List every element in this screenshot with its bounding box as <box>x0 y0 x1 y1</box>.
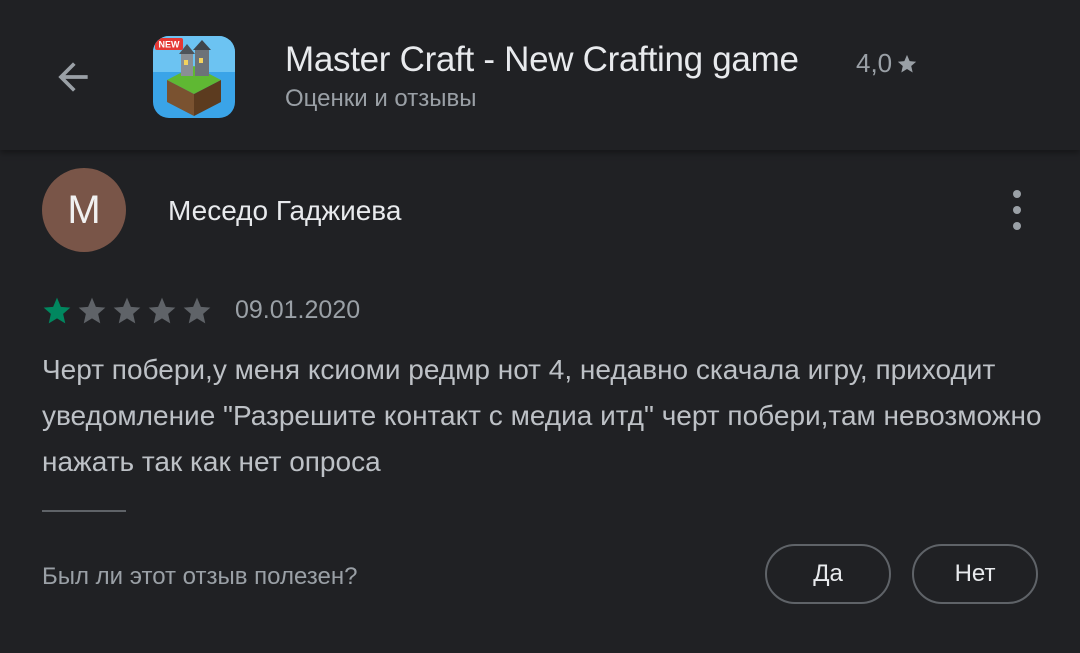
avatar-letter: M <box>67 187 101 232</box>
review-author: Меседо Гаджиева <box>168 195 402 226</box>
review-date: 09.01.2020 <box>235 296 361 324</box>
star-empty-icon <box>78 297 106 324</box>
star-filled-icon <box>43 297 71 324</box>
review-text: Черт побери,у меня ксиоми редмр нот 4, н… <box>42 354 1042 477</box>
app-icon: NEW <box>153 36 235 118</box>
new-badge: NEW <box>159 40 181 50</box>
rating-value: 4,0 <box>856 48 893 78</box>
star-rating <box>41 295 213 327</box>
star-icon <box>897 54 917 73</box>
arrow-back-icon <box>58 62 88 92</box>
divider <box>42 510 126 512</box>
star-empty-icon <box>183 297 211 324</box>
more-vert-icon <box>1013 190 1021 198</box>
app-rating: 4,0 <box>856 48 918 79</box>
more-options-button[interactable] <box>1000 186 1034 234</box>
helpful-yes-button[interactable]: Да <box>765 544 891 604</box>
back-button[interactable] <box>44 48 102 106</box>
page-subtitle: Оценки и отзывы <box>285 85 477 112</box>
app-title: Master Craft - New Crafting game <box>285 40 799 79</box>
star-empty-icon <box>113 297 141 324</box>
star-empty-icon <box>148 297 176 324</box>
app-header: NEW Master Craft - New Crafting game 4,0… <box>0 0 1080 150</box>
avatar: M <box>42 168 126 252</box>
helpful-question: Был ли этот отзыв полезен? <box>42 563 358 590</box>
helpful-no-button[interactable]: Нет <box>912 544 1038 604</box>
